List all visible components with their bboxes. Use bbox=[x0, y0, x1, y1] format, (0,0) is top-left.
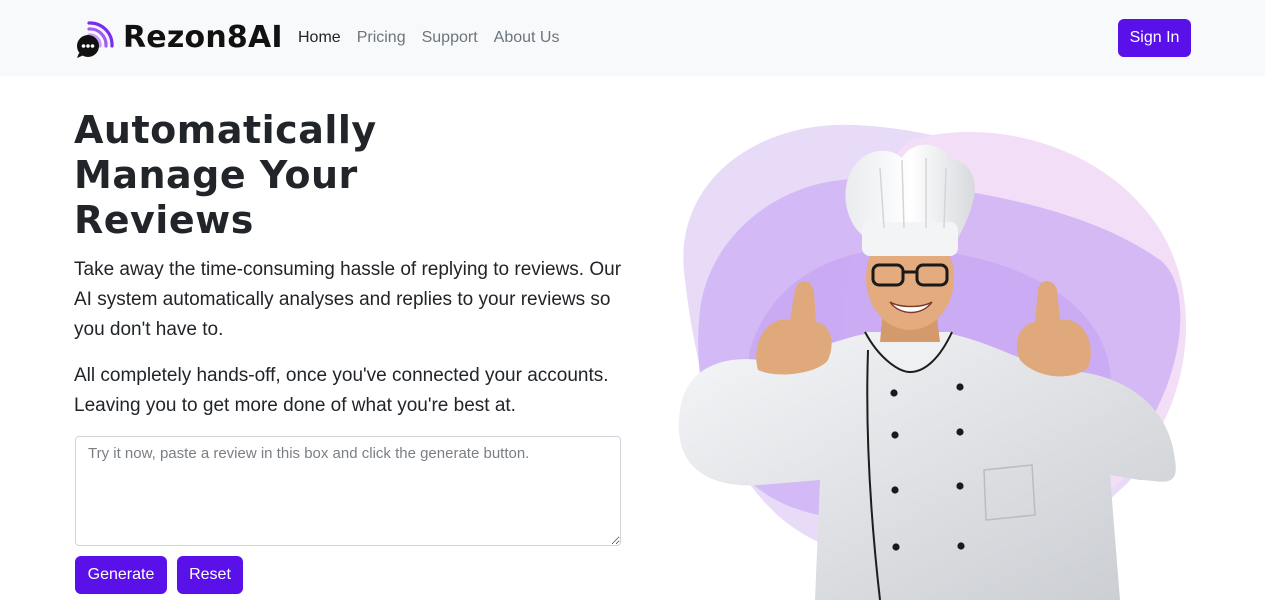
nav-item-pricing[interactable]: Pricing bbox=[349, 28, 414, 48]
nav-item-home[interactable]: Home bbox=[290, 28, 349, 48]
sign-in-button[interactable]: Sign In bbox=[1118, 19, 1191, 57]
navbar: Rezon8AI Home Pricing Support About Us S… bbox=[0, 0, 1265, 76]
nav-item-about-us[interactable]: About Us bbox=[486, 28, 568, 48]
nav-item-support[interactable]: Support bbox=[414, 28, 486, 48]
reset-button[interactable]: Reset bbox=[177, 556, 243, 594]
chat-signal-icon bbox=[77, 21, 114, 58]
hero-paragraph-1: Take away the time-consuming hassle of r… bbox=[74, 259, 622, 340]
generate-button[interactable]: Generate bbox=[75, 556, 167, 594]
hero-paragraph-2: All completely hands-off, once you've co… bbox=[74, 365, 609, 416]
main-nav: Home Pricing Support About Us bbox=[290, 28, 567, 48]
review-input[interactable] bbox=[75, 436, 621, 546]
hero-title: Automatically Manage Your Reviews bbox=[74, 108, 377, 242]
hero-image bbox=[640, 110, 1200, 600]
brand-logo[interactable]: Rezon8AI bbox=[75, 16, 283, 58]
brand-name: Rezon8AI bbox=[123, 19, 283, 55]
chef-thumbs-up-illustration bbox=[678, 124, 1187, 600]
